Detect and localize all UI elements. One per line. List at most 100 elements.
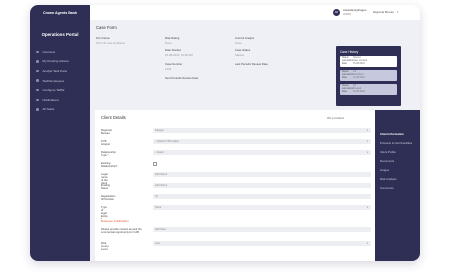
field-value: Started	[235, 53, 245, 58]
history-card[interactable]: Status Init Last action Created Date 10-08-…	[340, 84, 397, 95]
field-label: Registration ID Number	[101, 195, 116, 201]
field-value: 1234	[165, 67, 172, 72]
regional-bureau-select[interactable]: Sangav ▾	[153, 128, 371, 134]
chevron-down-icon: ▾	[366, 206, 368, 209]
history-value: Started	[353, 57, 361, 59]
registration-id-input[interactable]: ID	[153, 194, 371, 200]
section-images[interactable]: Images	[380, 168, 389, 172]
history-value: Submitted	[353, 74, 364, 77]
sidebar-item-label: My Pending Actions	[42, 59, 69, 64]
sidebar-item-label: Notifications	[42, 97, 59, 102]
client-details-card: Client Details 0% provided Regional Bure…	[95, 110, 375, 261]
select-value: Low	[155, 242, 160, 245]
client-details-title: Client Details	[101, 115, 126, 120]
staff-icon	[36, 79, 39, 82]
field-value: 15-08-2023, 10:08 AM	[165, 53, 193, 58]
section-comments[interactable]: Comments	[380, 186, 394, 190]
current-analyst-field: Current Analyst None	[235, 36, 254, 45]
history-key: Date	[342, 77, 347, 80]
sidebar-item-label: Overview	[42, 49, 56, 54]
sidebar-item-pending-actions[interactable]: My Pending Actions	[36, 57, 86, 67]
field-label: Trading Name	[101, 184, 111, 190]
field-label: Regional Bureau	[101, 129, 112, 135]
section-client-information[interactable]: Client Information	[380, 132, 404, 136]
history-key: Status	[342, 85, 349, 87]
select-value: Sangav	[155, 129, 164, 132]
field-value: ACT UK Law Ambitious	[96, 41, 126, 46]
chevron-down-icon: ▾	[366, 140, 368, 143]
section-risk-analysis[interactable]: Risk Analysis	[380, 177, 396, 181]
section-navigator: Client Information Products & Card Facil…	[375, 110, 420, 261]
history-value: 15-08-2023	[353, 63, 365, 66]
relationship-type-select[interactable]: - Select ▾	[153, 150, 371, 156]
date-started-field: Date Started 15-08-2023, 10:08 AM	[165, 48, 193, 57]
case-status-field: Case Status Started	[235, 48, 250, 57]
list-icon	[36, 108, 39, 111]
history-value: 10-08-2023	[353, 91, 365, 94]
history-value: 12-08-2023	[353, 77, 365, 80]
sidebar-item-configure[interactable]: Configure TaBW	[36, 85, 86, 95]
field-label: Relationship Type *	[101, 151, 116, 157]
case-history-title: Case History	[340, 49, 359, 54]
field-label: Last Periodic Review Date	[235, 62, 268, 66]
next-review-field: Next Periodic Review Date	[165, 76, 198, 80]
sidebar-item-analyst-tasks[interactable]: Analyst Task Pane	[36, 66, 86, 76]
sidebar-item-overview[interactable]: Overview	[36, 47, 86, 57]
select-value: None	[155, 206, 162, 209]
case-number-field: Case Number 1234	[165, 62, 182, 71]
kyb-analyst-select[interactable]: - Select KYB Analyst ▾	[153, 139, 371, 145]
field-value: None	[165, 41, 172, 46]
section-products[interactable]: Products & Card Facilities	[380, 141, 412, 145]
avatar[interactable]: AD	[333, 9, 340, 16]
risk-level-select[interactable]: Low ▾	[153, 241, 371, 247]
region-label: Regional Bureau	[373, 10, 394, 14]
history-key: Last action	[342, 60, 354, 63]
region-dropdown[interactable]: Regional Bureau ▾	[373, 9, 413, 16]
field-label: Next Periodic Review Date	[165, 76, 199, 80]
chevron-down-icon: ▾	[366, 151, 368, 154]
history-key: Last action	[342, 74, 354, 77]
field-label: Firm Name	[96, 36, 110, 40]
sidebar: Crown Agents Bank Operations Portal Over…	[30, 5, 90, 261]
history-card[interactable]: Status Init Last action Submitted Date 12-0…	[340, 70, 397, 81]
legal-entity-select[interactable]: None ▾	[153, 205, 371, 211]
sidebar-item-label: Configure TaBW	[42, 88, 65, 93]
sidebar-item-staff[interactable]: Staff Employees	[36, 76, 86, 86]
history-value: Init	[353, 85, 357, 87]
sidebar-item-all-tasks[interactable]: All Tasks	[36, 105, 86, 115]
sidebar-nav: Overview My Pending Actions Analyst Task…	[36, 47, 86, 114]
app-window: Crown Agents Bank Operations Portal Over…	[30, 5, 420, 261]
sidebar-item-label: Analyst Task Pane	[42, 68, 68, 73]
history-value: Init	[353, 71, 357, 73]
chevron-down-icon: ▾	[366, 242, 368, 245]
trading-name-input[interactable]: Add Name	[153, 183, 371, 189]
field-label: Current Analyst	[235, 36, 255, 40]
select-value: - Select KYB Analyst	[155, 140, 179, 143]
history-card[interactable]: Status Started Last action Case Created Da…	[340, 56, 397, 67]
select-value: - Select	[155, 151, 164, 154]
top-bar: AD Amanda Hydrogen AVRDS Regional Bureau…	[90, 5, 420, 21]
history-key: Date	[342, 63, 347, 66]
field-label: Risk (Loss) Level	[101, 242, 109, 251]
section-documents[interactable]: Documents	[380, 159, 394, 163]
field-label: Case Number	[165, 62, 183, 66]
pending-icon	[36, 60, 39, 63]
sidebar-item-notifications[interactable]: Notifications	[36, 95, 86, 105]
case-history-panel: Case History Status Started Last action Ca…	[336, 46, 401, 106]
section-client-profile[interactable]: Client Profile	[380, 150, 396, 154]
sidebar-item-label: Staff Employees	[42, 78, 65, 83]
history-key: Date	[342, 91, 347, 94]
tasks-icon	[36, 69, 39, 73]
history-value: Created	[353, 88, 362, 91]
field-label: Case Status	[235, 48, 251, 52]
legal-name-input[interactable]: Add Name	[153, 172, 371, 178]
history-key: Status	[342, 71, 349, 73]
section-heading: Business Justification	[101, 219, 129, 223]
user-name: Amanda Hydrogen	[343, 8, 367, 12]
chevron-down-icon: ▾	[366, 129, 368, 132]
progress-indicator: 0% provided	[327, 115, 344, 120]
field-label: KYB Analyst	[101, 140, 110, 146]
commercial-opportunity-input[interactable]: Add Note	[153, 227, 371, 233]
field-label: Risk Rating	[165, 36, 180, 40]
existing-relationship-checkbox[interactable]	[153, 161, 157, 166]
